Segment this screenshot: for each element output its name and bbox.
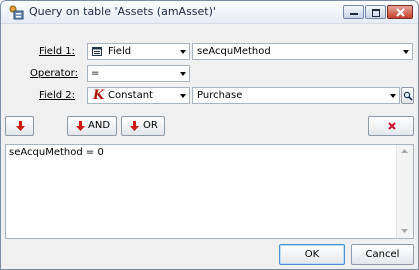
delete-button[interactable] [368, 116, 414, 136]
query-dialog: Query on table 'Assets (amAsset)' Field … [0, 0, 419, 270]
or-button-label: OR [143, 120, 158, 131]
field1-label: Field 1: [39, 46, 75, 57]
field2-value: Purchase [197, 90, 243, 101]
window-title: Query on table 'Assets (amAsset)' [29, 5, 216, 18]
field2-type-value: Constant [108, 90, 153, 101]
minimize-icon [350, 13, 358, 15]
arrow-down-icon [76, 121, 85, 131]
insert-button[interactable] [5, 116, 34, 136]
vertical-scrollbar[interactable] [396, 145, 413, 238]
operator-label-text: Operator: [30, 68, 78, 79]
maximize-icon [372, 9, 380, 17]
field1-value: seAcquMethod [197, 46, 271, 57]
chevron-down-icon [180, 50, 186, 54]
operator-label: Operator: [30, 68, 78, 79]
cancel-button-label: Cancel [365, 249, 400, 260]
close-button[interactable] [387, 5, 413, 19]
field2-label-text: Field 2: [39, 90, 75, 101]
cancel-button[interactable]: Cancel [351, 244, 414, 265]
operator-select[interactable]: = [87, 65, 190, 82]
field1-value-select[interactable]: seAcquMethod [192, 43, 413, 60]
field2-value-select[interactable]: Purchase [192, 87, 400, 104]
magnifier-icon [403, 91, 413, 101]
title-bar: Query on table 'Assets (amAsset)' [1, 1, 418, 24]
scroll-down-icon [401, 229, 408, 233]
and-button[interactable]: AND [67, 116, 117, 136]
chevron-down-icon [180, 94, 186, 98]
chevron-down-icon [403, 50, 409, 54]
scroll-up-icon [401, 149, 408, 153]
chevron-down-icon [180, 72, 186, 76]
field-icon [92, 47, 102, 56]
query-textarea[interactable]: seAcquMethod = 0 [5, 144, 414, 239]
query-app-icon [9, 5, 24, 20]
constant-k-icon: K [93, 88, 105, 103]
ok-button-label: OK [304, 249, 320, 260]
close-icon [396, 8, 405, 17]
delete-x-icon [388, 122, 396, 130]
arrow-down-icon [16, 121, 25, 131]
field2-lookup-button[interactable] [401, 87, 414, 104]
field1-type-select[interactable]: Field [87, 43, 190, 60]
and-button-label: AND [88, 120, 111, 131]
minimize-button[interactable] [343, 5, 364, 19]
field2-label: Field 2: [39, 90, 75, 101]
ok-button[interactable]: OK [279, 244, 345, 265]
operator-value: = [91, 68, 100, 79]
or-button[interactable]: OR [121, 116, 165, 136]
query-text: seAcquMethod = 0 [9, 147, 104, 158]
field2-type-select[interactable]: K Constant [87, 87, 190, 104]
chevron-down-icon [390, 94, 396, 98]
arrow-down-icon [130, 121, 139, 131]
field1-type-value: Field [108, 46, 132, 57]
maximize-button[interactable] [365, 5, 386, 19]
field1-label-text: Field 1: [39, 46, 75, 57]
